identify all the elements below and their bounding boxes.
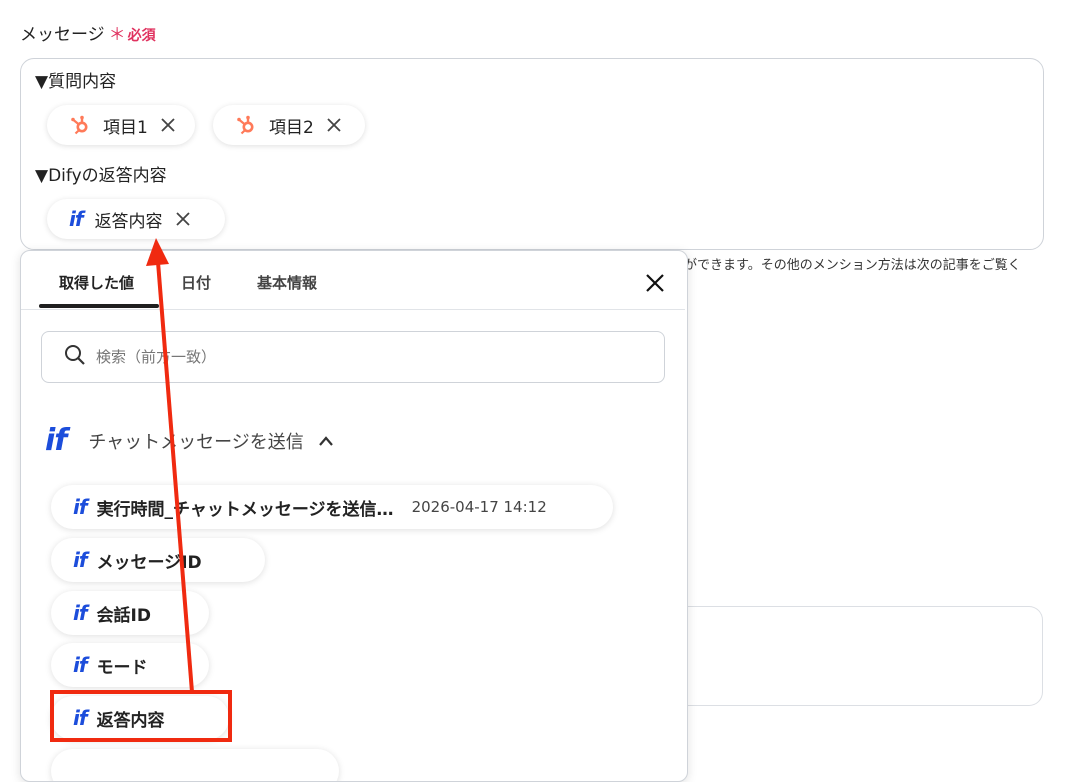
hint-text: ができます。その他のメンション方法は次の記事をご覧く [684, 258, 1021, 273]
dify-icon: if [73, 548, 88, 572]
next-field-input[interactable] [686, 606, 1043, 706]
hubspot-icon [235, 114, 257, 136]
section-header[interactable]: if チャットメッセージを送信 [45, 423, 334, 458]
dify-icon: if [73, 653, 88, 677]
highlight-box [50, 690, 232, 742]
tab-basic-info[interactable]: 基本情報 [257, 272, 317, 293]
chip-label: 項目2 [269, 117, 314, 138]
message-line-dify: ▼Difyの返答内容 [35, 166, 167, 186]
tab-date[interactable]: 日付 [181, 272, 211, 293]
search-icon [64, 344, 86, 370]
mention-chip-response[interactable]: if 返答内容 [47, 199, 225, 239]
panel-tabs: 取得した値 日付 基本情報 [21, 251, 685, 310]
option-label: 会話ID [96, 605, 151, 626]
dify-icon: if [73, 495, 88, 519]
search-input[interactable] [94, 347, 618, 367]
field-label: メッセージ＊必須 [20, 20, 156, 45]
required-asterisk: ＊ [108, 25, 126, 45]
chip-label: 返答内容 [94, 211, 163, 232]
remove-chip-icon[interactable] [160, 117, 176, 133]
option-label: メッセージID [96, 552, 202, 573]
mention-chip-item1[interactable]: 項目1 [47, 105, 195, 145]
dify-icon: if [73, 601, 88, 625]
option-label: モード [96, 657, 148, 678]
section-title: チャットメッセージを送信 [88, 431, 304, 453]
mention-chip-item2[interactable]: 項目2 [213, 105, 365, 145]
message-input[interactable]: ▼質問内容 項目1 項目2 ▼Difyの返答内容 if 返答内容 [20, 58, 1044, 250]
option-more[interactable] [51, 749, 339, 781]
option-value: 2026-04-17 14:12 [411, 498, 547, 516]
option-execution-time[interactable]: if 実行時間_チャットメッセージを送信… 2026-04-17 14:12 [51, 485, 613, 529]
option-conversation-id[interactable]: if 会話ID [51, 591, 209, 635]
message-line-question: ▼質問内容 [35, 72, 117, 92]
required-label: 必須 [127, 28, 156, 44]
option-label: 実行時間_チャットメッセージを送信… [96, 499, 394, 520]
option-message-id[interactable]: if メッセージID [51, 538, 265, 582]
field-label-text: メッセージ [20, 25, 105, 45]
tab-acquired-values[interactable]: 取得した値 [59, 272, 134, 293]
chip-label: 項目1 [103, 117, 148, 138]
hubspot-icon [69, 114, 91, 136]
remove-chip-icon[interactable] [175, 211, 191, 227]
chevron-up-icon[interactable] [318, 435, 334, 447]
active-tab-indicator [39, 304, 159, 308]
dify-icon: if [45, 423, 67, 458]
close-icon[interactable] [643, 271, 667, 295]
search-field[interactable] [41, 331, 665, 383]
dify-icon: if [69, 207, 84, 231]
remove-chip-icon[interactable] [326, 117, 342, 133]
option-mode[interactable]: if モード [51, 643, 209, 687]
